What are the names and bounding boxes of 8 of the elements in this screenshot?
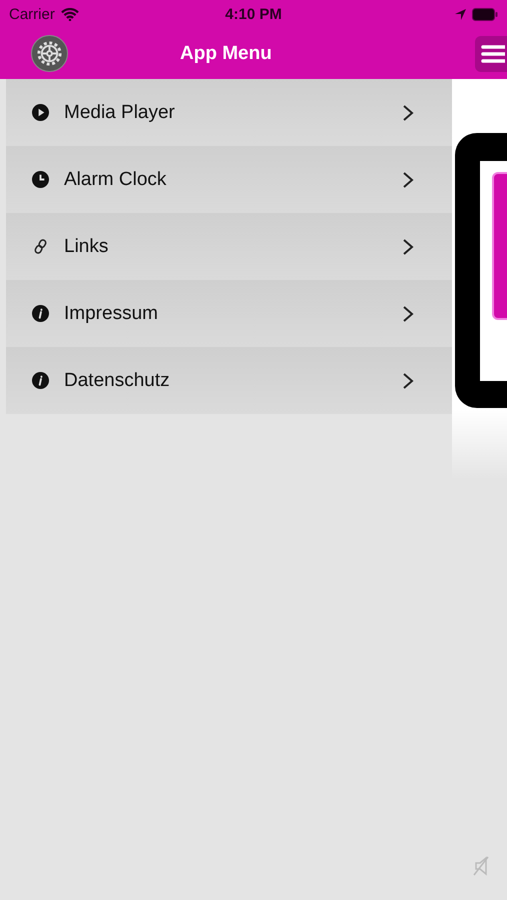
menu-item[interactable]: Links (6, 213, 452, 280)
menu-item[interactable]: Datenschutz (6, 347, 452, 414)
menu-item[interactable]: Impressum (6, 280, 452, 347)
clock-time: 4:10 PM (225, 6, 282, 22)
carrier-name: Carrier (9, 6, 55, 22)
nav-title: App Menu (180, 42, 272, 64)
menu-item[interactable]: Media Player (6, 79, 452, 146)
menu-item[interactable]: Alarm Clock (6, 146, 452, 213)
